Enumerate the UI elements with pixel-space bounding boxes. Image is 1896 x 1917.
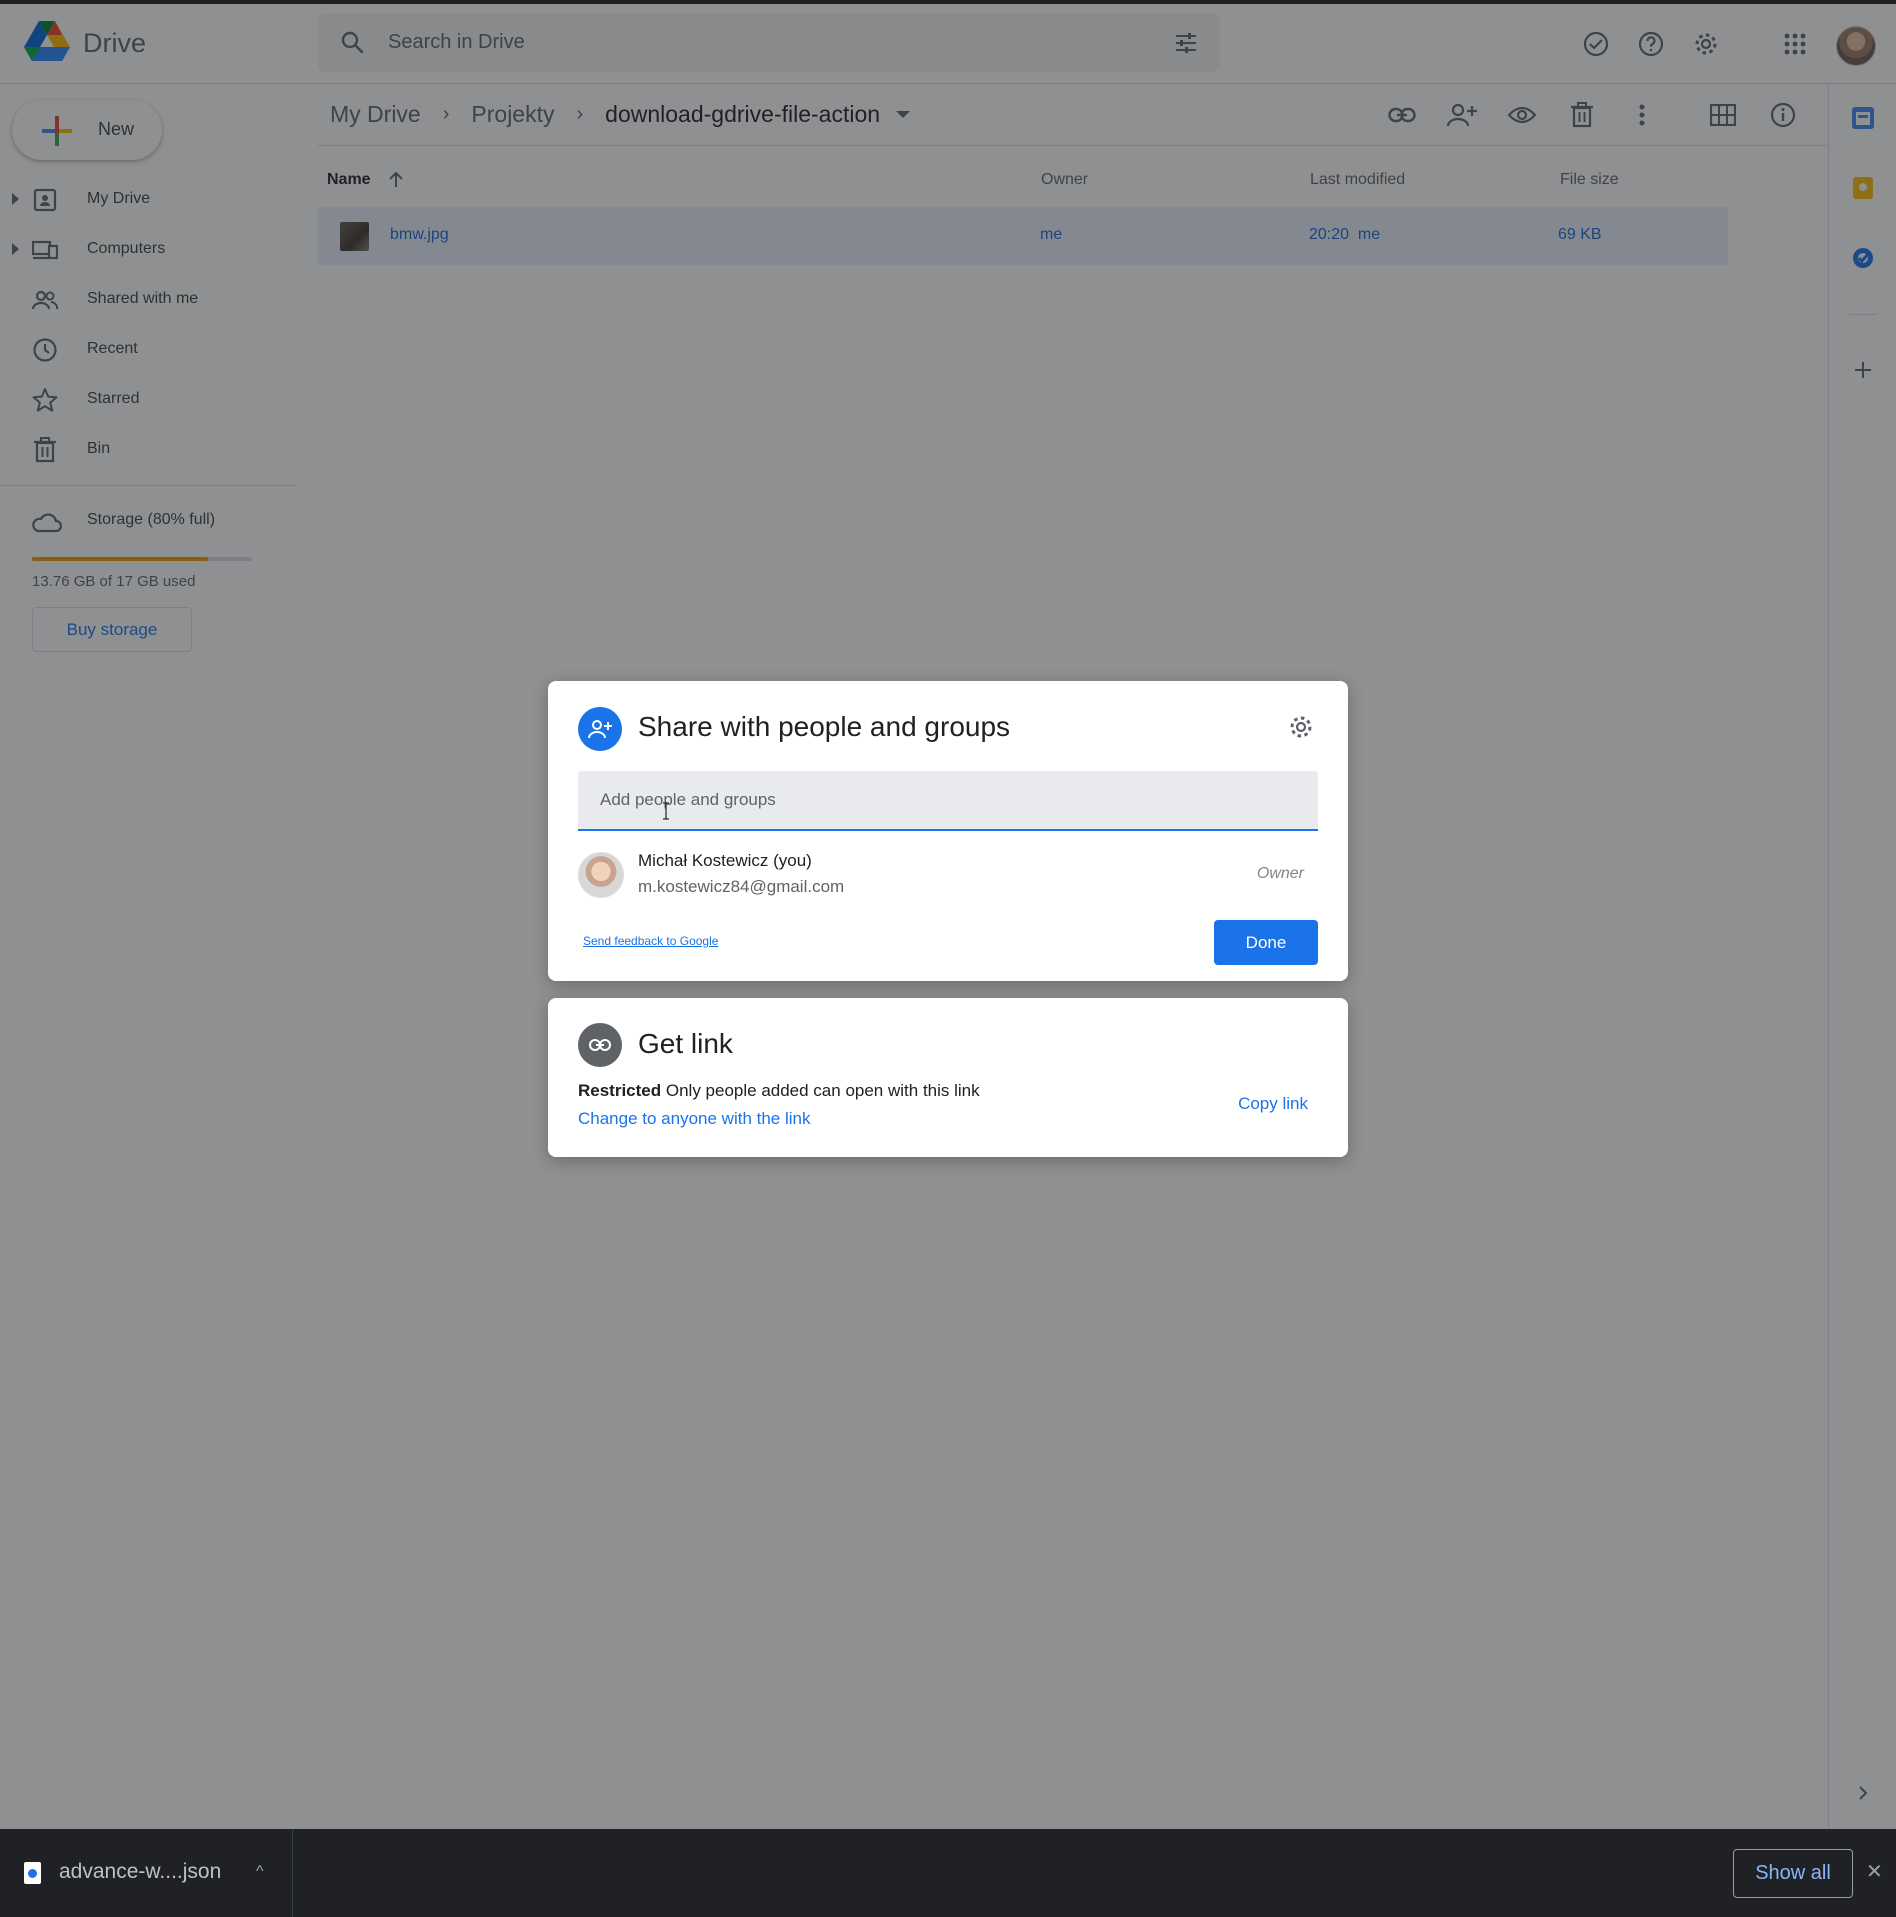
add-people-input[interactable] [578,771,1318,829]
user-avatar [578,852,624,898]
get-link-title: Get link [638,1028,733,1059]
share-settings-gear-icon[interactable] [1287,713,1315,741]
send-feedback-link[interactable]: Send feedback to Google [583,934,718,948]
json-file-icon [24,1862,41,1884]
add-people-field[interactable] [578,771,1318,831]
text-cursor-icon [663,802,669,820]
person-email: m.kostewicz84@gmail.com [638,877,845,896]
restricted-description: Only people added can open with this lin… [661,1081,980,1100]
link-access-description: Restricted Only people added can open wi… [578,1081,980,1101]
show-all-button[interactable]: Show all [1733,1849,1853,1898]
close-download-bar-icon[interactable]: ✕ [1866,1859,1883,1884]
person-role: Owner [1256,865,1304,882]
done-button[interactable]: Done [1214,920,1318,965]
download-bar: advance-w....json ^ Show all ✕ [0,1829,1896,1917]
restricted-label[interactable]: Restricted [578,1081,661,1100]
download-item[interactable]: advance-w....json ^ [0,1829,293,1917]
share-dialog: Share with people and groups Michał Kost… [548,681,1348,981]
share-dialog-title: Share with people and groups [638,711,1011,742]
change-link-access-link[interactable]: Change to anyone with the link [578,1109,811,1129]
share-person-add-icon [578,707,622,751]
link-icon [578,1023,622,1067]
copy-link-button[interactable]: Copy link [1238,1094,1308,1114]
download-options-chevron-icon[interactable]: ^ [256,1863,264,1881]
get-link-dialog: Get link Restricted Only people added ca… [548,998,1348,1157]
person-name: Michał Kostewicz (you) [638,851,812,870]
download-file-name: advance-w....json [59,1860,222,1883]
